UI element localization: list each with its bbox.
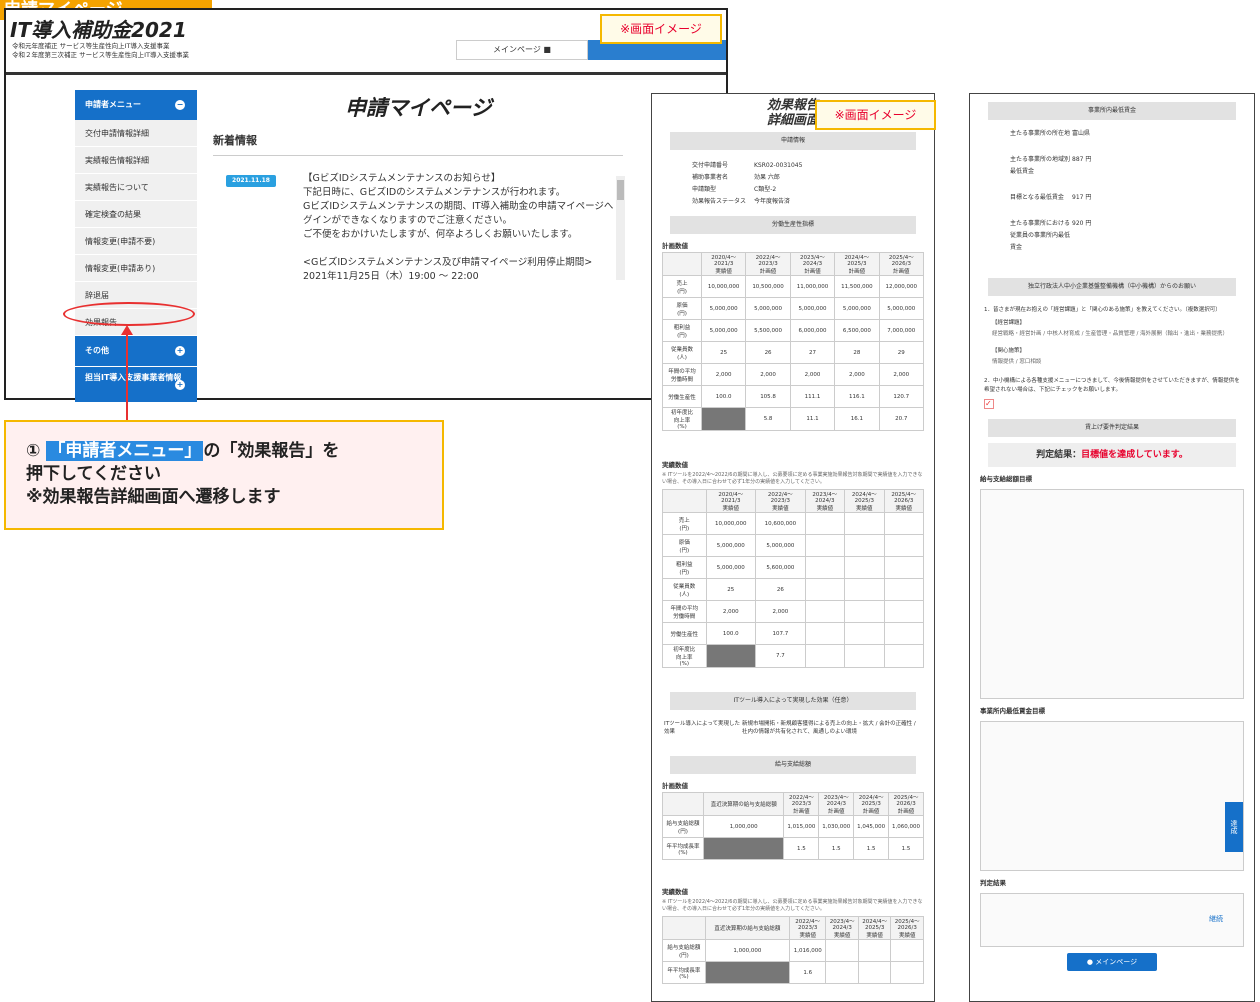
table-row: 給与支給総額 (円) 1,000,000 1,016,000 [662, 939, 924, 962]
main-page-button[interactable]: ● メインページ [1067, 953, 1157, 971]
judge-result: 判定結果：目標値を達成しています。 [988, 443, 1236, 467]
arrow-line [126, 328, 128, 420]
news-line: 下記日時に、GビズIDのシステムメンテナンスが行われます。 [303, 187, 566, 198]
table-row: 年間の平均 労働時間 2,000 2,000 2,000 2,000 2,000 [662, 363, 925, 386]
menu-item[interactable]: 実績報告について [75, 174, 197, 201]
table-row: 年平均成長率 (%) 1.6 [662, 961, 924, 984]
effect-report-screen: 効果報告 詳細画面 申請情報 交付申請番号 KSR02-0031045 補助事業者名効… [651, 93, 935, 1002]
wage-goal-table [980, 489, 1244, 699]
subtitle-2: 令和２年度第三次補正 サービス等生産性向上IT導入支援事業 [12, 51, 189, 59]
minus-icon: − [175, 100, 185, 110]
result-table: 継続 [980, 893, 1244, 947]
info-row: 補助事業者名 効果 六郎 [692, 174, 780, 181]
productivity-heading: 労働生産性指標 [670, 216, 916, 234]
info-row: 申請類型 C類型-2 [692, 186, 777, 193]
wage-plan-table: 直近決算期の給与支給総額 2022/4～ 2023/3 計画値 2023/4～ 20… [662, 792, 924, 860]
table-row: 原価 (円) 5,000,000 5,000,000 5,000,000 5,000,0… [662, 297, 925, 320]
info-row: 主たる事業所における従業員の事業所内最低賃金 920 円 [1010, 220, 1092, 251]
table-row: 粗利益 (円) 5,000,000 5,600,000 [662, 556, 924, 579]
table-row: 従業員数 (人) 25 26 27 28 29 [662, 341, 925, 364]
plus-icon: + [175, 380, 185, 390]
news-line: グインができなくなりますのでご注意ください。 [303, 215, 513, 226]
info-row: 目標となる最低賃金 917 円 [1010, 194, 1092, 201]
applicant-menu: 申請者メニュー − 交付申請情報詳細 実績報告情報詳細 実績報告について 確定検査の結果… [75, 90, 197, 402]
table-row: 労働生産性 100.0 107.7 [662, 622, 924, 645]
info-row: 効果報告ステータス 今年度報告済 [692, 198, 791, 205]
info-row: 交付申請番号 KSR02-0031045 [692, 162, 803, 169]
menu-item[interactable]: 交付申請情報詳細 [75, 120, 197, 147]
info-heading: 申請情報 [670, 132, 916, 150]
opt-out-checkbox[interactable]: ✓ [984, 399, 994, 409]
menu-head[interactable]: 申請者メニュー − [75, 90, 197, 120]
news-divider [213, 155, 623, 156]
scroll-thumb[interactable] [617, 180, 624, 200]
table-row: 粗利益 (円) 5,000,000 5,500,000 6,000,000 6,500,… [662, 319, 925, 342]
plan-table: 2020/4～ 2021/3 実績値 2022/4～ 2023/3 計画値 2023… [662, 252, 925, 431]
table-row: 原価 (円) 5,000,000 5,000,000 [662, 534, 924, 557]
min-wage-goal-table: 達成 [980, 721, 1244, 871]
news-line: ご不便をおかけいたしますが、何卒よろしくお願いいたします。 [303, 229, 578, 240]
menu-vendor[interactable]: 担当IT導入支援事業者情報 + [75, 366, 197, 402]
logo: IT導入補助金2021 [10, 18, 187, 42]
grid-icon: ■ [543, 45, 551, 54]
news-date-badge: 2021.11.18 [226, 175, 276, 187]
plus-icon: + [175, 346, 185, 356]
table-row: 従業員数 (人) 25 26 [662, 578, 924, 601]
news-line: <GビズIDシステムメンテナンス及び申請マイページ利用停止期間> [303, 257, 593, 268]
nav-main-page[interactable]: メインページ ■ [456, 40, 588, 60]
highlight-oval [63, 302, 195, 326]
menu-item[interactable]: 実績報告情報詳細 [75, 147, 197, 174]
instruction-callout: ① 「申請者メニュー」 の「効果報告」を 押下してください ※効果報告詳細画面へ遷移… [4, 420, 444, 530]
screen-image-stamp: ※画面イメージ [600, 14, 722, 44]
table-row: 労働生産性 100.0 105.8 111.1 116.1 120.7 [662, 385, 925, 408]
table-row: 売上 (円) 10,000,000 10,500,000 11,000,000 11,5… [662, 275, 925, 298]
news-line: GビズIDシステムメンテナンスの期間、IT導入補助金の申請マイページへのロ [303, 201, 613, 212]
screen-image-stamp-2: ※画面イメージ [815, 100, 936, 130]
actual-table: 2020/4～ 2021/3 実績値 2022/4～ 2023/3 実績値 2023… [662, 489, 924, 668]
menu-other[interactable]: その他 + [75, 336, 197, 366]
news-line: 2021年11月25日（木）19:00 ～ 22:00 [303, 271, 479, 282]
menu-item[interactable]: 確定検査の結果 [75, 201, 197, 228]
menu-item[interactable]: 情報変更(申請あり) [75, 255, 197, 282]
header-divider [6, 72, 726, 75]
menu-item[interactable]: 情報変更(申請不要) [75, 228, 197, 255]
effect-report-screen-bottom: 事業所内最低賃金 主たる事業所の所在地 富山県 主たる事業所の地域別最低賃金 887 … [969, 93, 1255, 1002]
info-row: 主たる事業所の地域別最低賃金 887 円 [1010, 156, 1092, 175]
table-row: 初年度比 向上率 (%) 5.8 11.1 16.1 20.7 [662, 407, 925, 431]
news-line: 【GビズIDシステムメンテナンスのお知らせ】 [303, 173, 501, 184]
table-row: 給与支給総額 (円) 1,000,000 1,015,000 1,030,000 1,0… [662, 815, 924, 838]
news-heading: 新着情報 [213, 134, 257, 147]
wage-actual-table: 直近決算期の給与支給総額 2022/4～ 2023/3 実績値 2023/4～ 20… [662, 916, 924, 984]
table-row: 初年度比 向上率 (%) 7.7 [662, 644, 924, 668]
table-row: 年平均成長率 (%) 1.5 1.5 1.5 1.5 [662, 837, 924, 860]
info-row: 主たる事業所の所在地 富山県 [1010, 130, 1091, 137]
page-title: 申請マイページ [345, 96, 492, 120]
table-row: 売上 (円) 10,000,000 10,600,000 [662, 512, 924, 535]
table-row: 年間の平均 労働時間 2,000 2,000 [662, 600, 924, 623]
nav-main-label: メインページ [493, 45, 541, 54]
